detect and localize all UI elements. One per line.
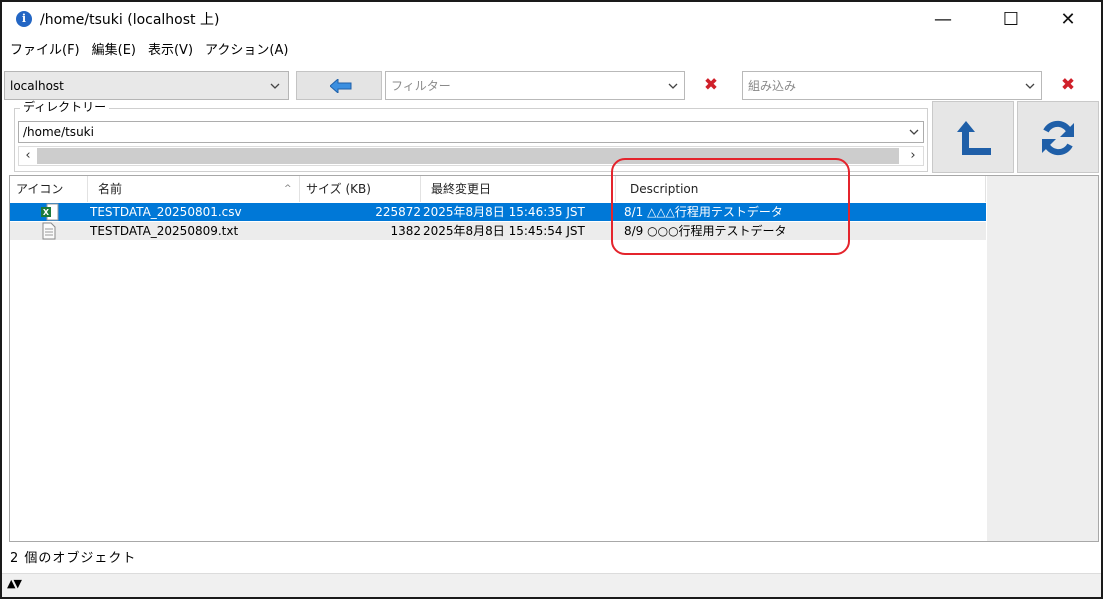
builtin-placeholder: 組み込み: [748, 79, 797, 93]
svg-text:X: X: [43, 208, 50, 217]
builtin-filter-input[interactable]: 組み込み: [742, 71, 1042, 100]
filter-input[interactable]: フィルター: [385, 71, 685, 100]
menu-action[interactable]: アクション(A): [199, 40, 294, 62]
file-size: 1382: [390, 224, 421, 238]
host-select[interactable]: localhost: [4, 71, 289, 100]
chevron-down-icon[interactable]: [664, 72, 682, 99]
column-header-size[interactable]: サイズ (KB): [300, 176, 421, 202]
close-button[interactable]: ✕: [1045, 6, 1091, 34]
up-arrow-icon: [957, 121, 991, 155]
highlight-annotation: [611, 158, 850, 255]
directory-path-input[interactable]: /home/tsuki: [18, 121, 924, 143]
maximize-button[interactable]: ☐: [988, 6, 1034, 34]
chevron-down-icon[interactable]: [1021, 72, 1039, 99]
menu-bar: ファイル(F) 編集(E) 表示(V) アクション(A): [4, 40, 294, 62]
bottom-panel-strip: [2, 573, 1101, 597]
column-header-modified[interactable]: 最終変更日: [421, 176, 616, 202]
builtin-clear-icon[interactable]: ✖: [1054, 71, 1082, 100]
chevron-down-icon[interactable]: [909, 122, 919, 142]
window-title: /home/tsuki (localhost 上): [40, 12, 220, 28]
scroll-left-icon[interactable]: ‹: [19, 146, 37, 166]
file-name: TESTDATA_20250809.txt: [90, 224, 239, 238]
refresh-button[interactable]: [1017, 101, 1099, 173]
column-header-icon[interactable]: アイコン: [10, 176, 88, 202]
refresh-icon: [1042, 120, 1074, 156]
minimize-button[interactable]: —: [920, 6, 966, 34]
app-icon: i: [16, 11, 32, 27]
menu-edit[interactable]: 編集(E): [86, 40, 142, 62]
chevron-down-icon: [266, 72, 284, 99]
menu-file[interactable]: ファイル(F): [4, 40, 86, 62]
directory-path-value: /home/tsuki: [23, 125, 94, 139]
file-name: TESTDATA_20250801.csv: [90, 205, 242, 219]
host-select-value: localhost: [10, 79, 64, 93]
scroll-right-icon[interactable]: ›: [904, 146, 922, 166]
filter-clear-icon[interactable]: ✖: [697, 71, 725, 100]
file-list-empty-area: [987, 176, 1098, 541]
panel-toggle-icon[interactable]: ▲▼: [7, 577, 22, 591]
file-size: 225872: [375, 205, 421, 219]
sort-ascending-icon: ^: [284, 184, 292, 194]
menu-view[interactable]: 表示(V): [142, 40, 199, 62]
excel-csv-icon: X: [41, 203, 59, 221]
column-header-name-label: 名前: [98, 182, 123, 196]
status-bar: [2, 543, 1101, 573]
file-modified: 2025年8月8日 15:45:54 JST: [423, 224, 585, 238]
status-object-count: 2 個のオブジェクト: [10, 551, 137, 566]
arrow-left-icon: [330, 79, 352, 93]
directory-legend: ディレクトリー: [20, 100, 110, 115]
back-button[interactable]: [296, 71, 382, 100]
parent-directory-button[interactable]: [932, 101, 1014, 173]
filter-placeholder: フィルター: [391, 79, 451, 93]
column-header-name[interactable]: 名前 ^: [88, 176, 300, 202]
text-file-icon: [42, 222, 56, 240]
file-modified: 2025年8月8日 15:46:35 JST: [423, 205, 585, 219]
